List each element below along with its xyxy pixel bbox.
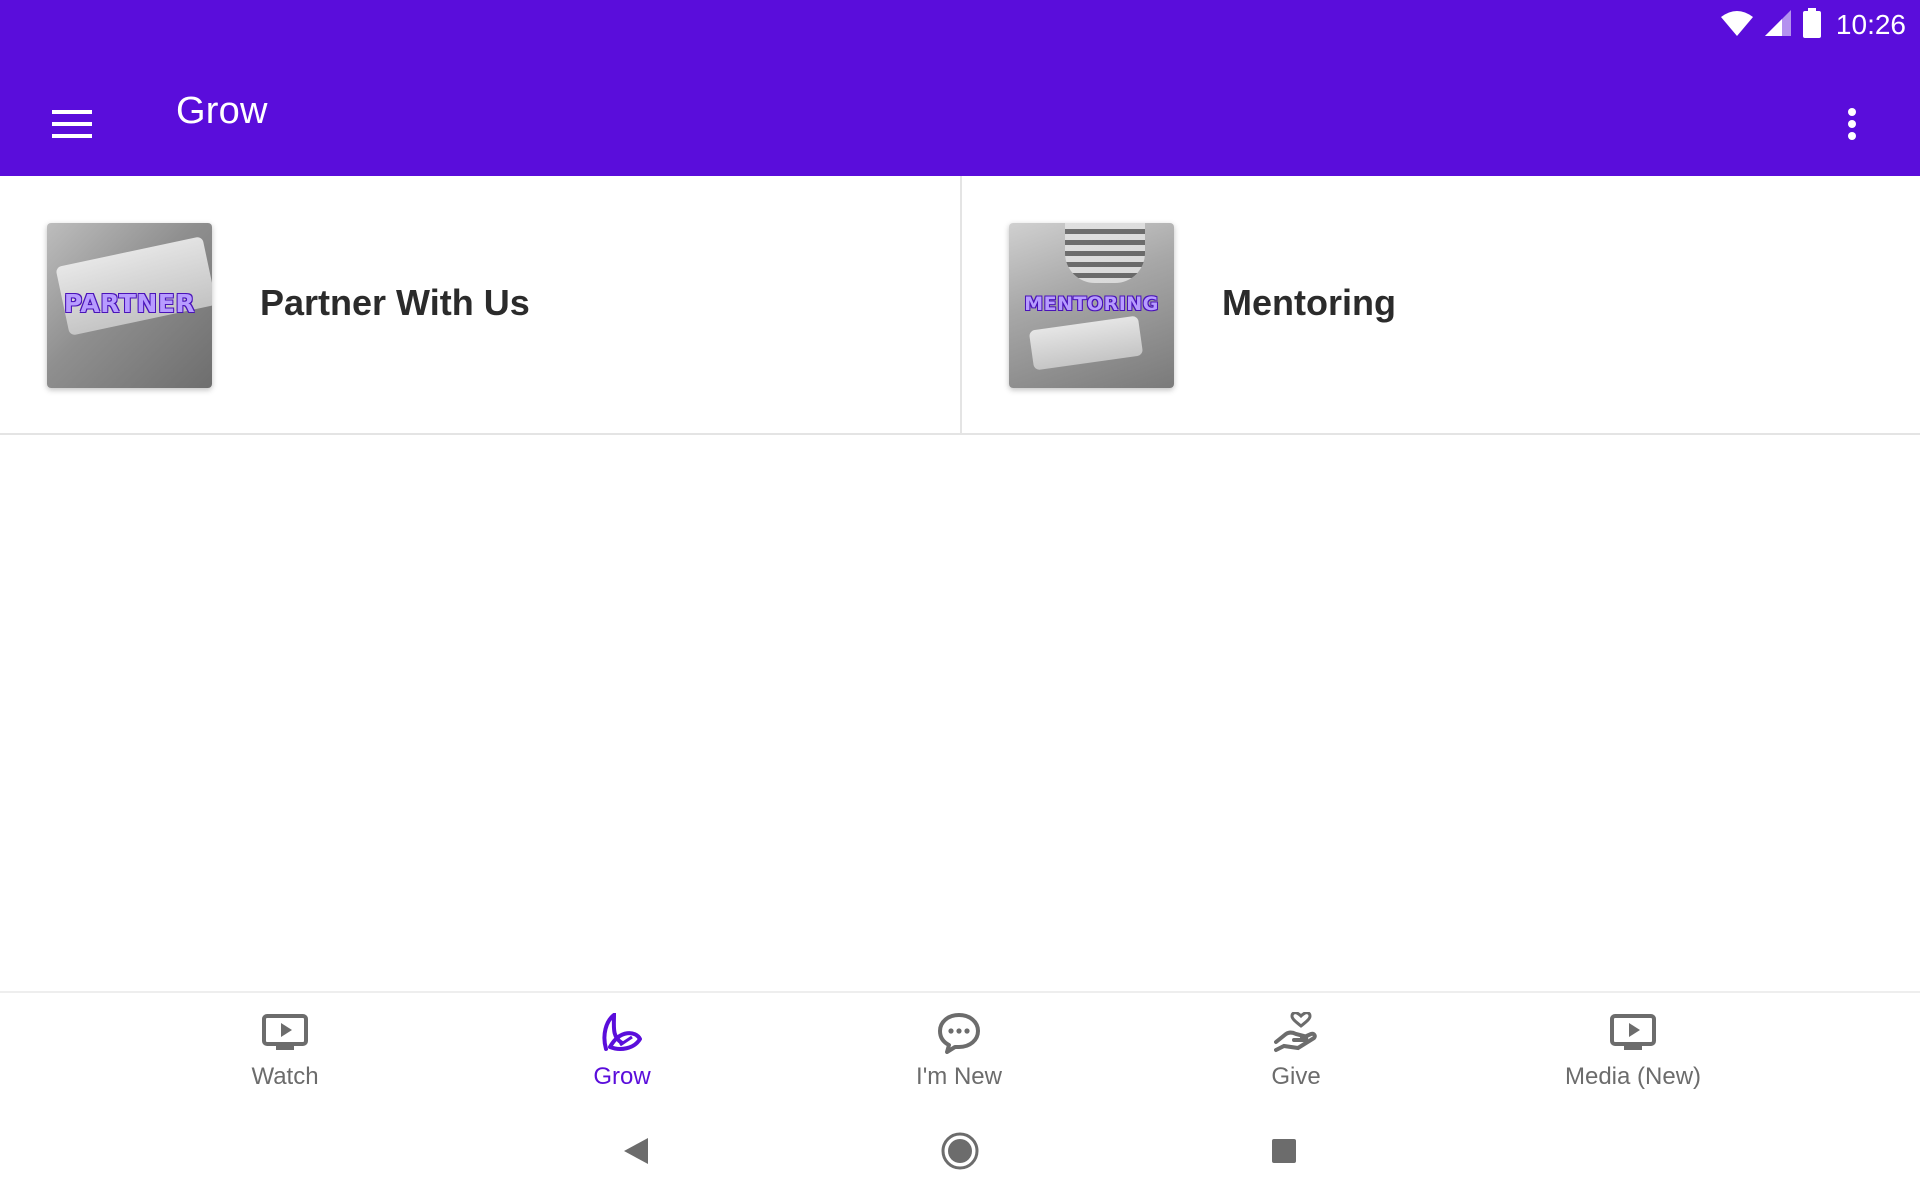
card-grid: PARTNER Partner With Us MENTORING Mentor… — [0, 176, 1920, 435]
nav-label: I'm New — [916, 1063, 1002, 1090]
toolbar: Grow — [0, 48, 1920, 176]
bottom-navigation: Watch Grow I'm New Give Media (New) — [0, 991, 1920, 1101]
back-icon — [624, 1138, 648, 1164]
nav-item-im-new[interactable]: I'm New — [839, 1011, 1079, 1101]
nav-label: Grow — [593, 1063, 651, 1090]
nav-item-watch[interactable]: Watch — [165, 1011, 405, 1101]
back-button[interactable] — [614, 1129, 658, 1173]
overflow-menu-button[interactable] — [1832, 96, 1872, 152]
card-mentoring[interactable]: MENTORING Mentoring — [960, 176, 1920, 433]
hamburger-menu-icon — [52, 110, 92, 138]
nav-item-give[interactable]: Give — [1176, 1011, 1416, 1101]
system-navigation-bar — [0, 1101, 1920, 1200]
thumbnail-label: PARTNER — [63, 289, 196, 318]
sprout-icon — [598, 1011, 646, 1055]
hamburger-menu-button[interactable] — [44, 96, 100, 152]
chat-bubble-icon — [935, 1011, 983, 1055]
home-button[interactable] — [938, 1129, 982, 1173]
content-area: PARTNER Partner With Us MENTORING Mentor… — [0, 176, 1920, 991]
open-bible-image: PARTNER — [47, 223, 212, 388]
card-partner-with-us[interactable]: PARTNER Partner With Us — [0, 176, 960, 433]
wifi-icon — [1720, 9, 1754, 42]
thumbnail-label: MENTORING — [1024, 293, 1159, 315]
status-time: 10:26 — [1835, 9, 1906, 40]
battery-icon — [1802, 7, 1822, 43]
page-title: Grow — [176, 90, 268, 132]
shirt-shape — [1065, 223, 1145, 283]
nav-item-media-new[interactable]: Media (New) — [1513, 1011, 1753, 1101]
nav-label: Give — [1271, 1063, 1321, 1090]
app-bar: 10:26 Grow — [0, 0, 1920, 176]
card-title: Partner With Us — [260, 282, 530, 323]
book-shape — [1028, 315, 1144, 371]
home-icon — [941, 1132, 979, 1170]
hand-heart-icon — [1272, 1011, 1320, 1055]
mentoring-image: MENTORING — [1009, 223, 1174, 388]
tv-play-icon — [261, 1011, 309, 1055]
recents-icon — [1272, 1139, 1296, 1163]
card-title: Mentoring — [1222, 282, 1396, 323]
cell-signal-icon — [1764, 9, 1792, 42]
nav-label: Watch — [251, 1063, 319, 1090]
status-bar: 10:26 — [1720, 7, 1906, 43]
more-vert-icon — [1848, 108, 1856, 140]
nav-label: Media (New) — [1564, 1063, 1702, 1090]
tv-play-icon — [1609, 1011, 1657, 1055]
recents-button[interactable] — [1262, 1129, 1306, 1173]
book-shape — [55, 236, 212, 336]
nav-item-grow[interactable]: Grow — [502, 1011, 742, 1101]
